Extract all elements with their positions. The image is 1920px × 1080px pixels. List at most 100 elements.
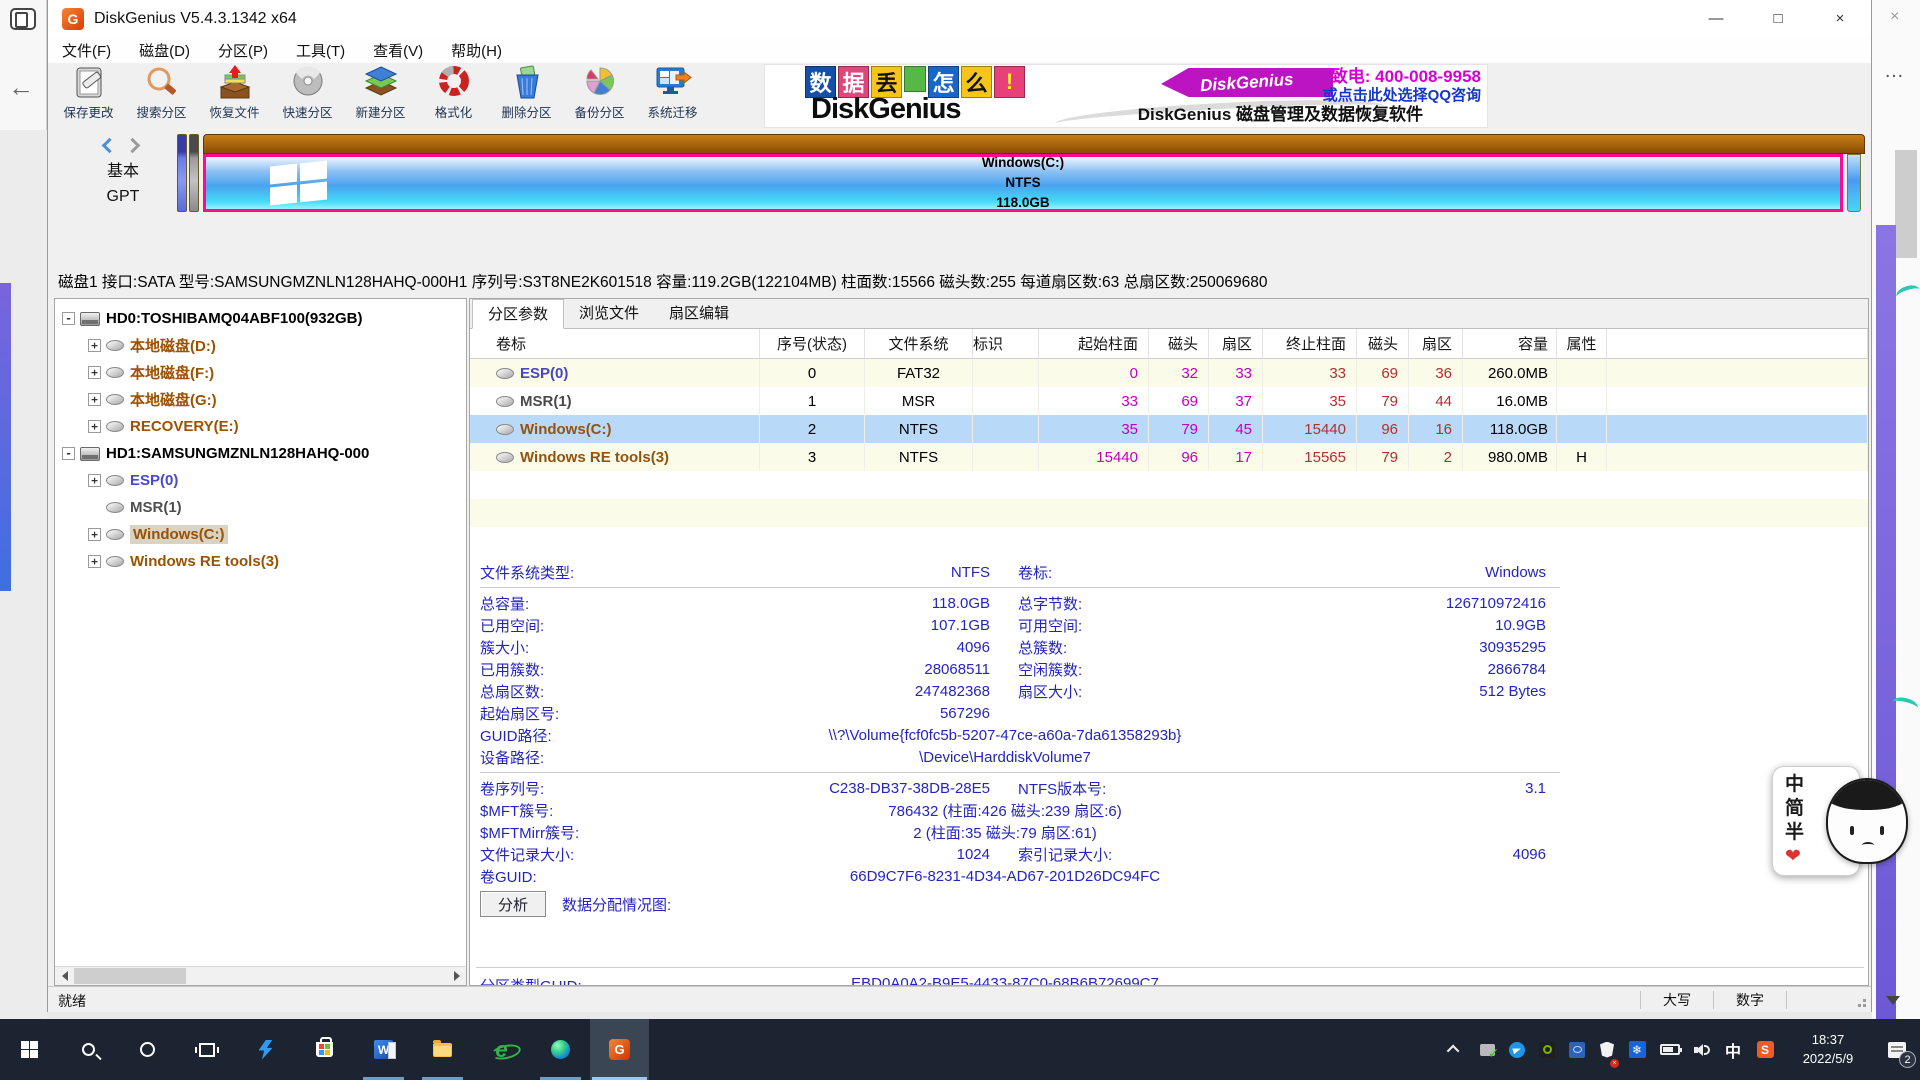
- tray-intel[interactable]: [1562, 1019, 1592, 1080]
- tree-item-msr[interactable]: MSR(1): [55, 494, 466, 521]
- tray-security[interactable]: ×: [1592, 1019, 1622, 1080]
- recovery-partition-sliver[interactable]: [1847, 154, 1861, 212]
- status-bar: 就绪 大写 数字: [48, 986, 1871, 1012]
- tray-expand-button[interactable]: [1436, 1019, 1472, 1080]
- esp-partition-sliver[interactable]: [177, 134, 187, 212]
- expand-icon[interactable]: +: [88, 555, 101, 568]
- banner-tile: [904, 66, 926, 92]
- minimize-button[interactable]: —: [1685, 0, 1747, 37]
- resize-grip[interactable]: [1851, 992, 1867, 1008]
- taskbar-search[interactable]: [59, 1019, 118, 1080]
- tree-item-disk-d[interactable]: +本地磁盘(D:): [55, 332, 466, 359]
- promo-banner[interactable]: 数 据 丢 怎 么 ! DiskGenius DiskGenius 致电: 40…: [764, 64, 1488, 128]
- backup-partition-button[interactable]: 备份分区: [563, 65, 636, 127]
- expand-icon[interactable]: +: [88, 366, 101, 379]
- tree-item-hd1[interactable]: -HD1:SAMSUNGMZNLN128HAHQ-000: [55, 440, 466, 467]
- scrollbar-thumb[interactable]: [74, 968, 186, 984]
- task-view-button[interactable]: [177, 1019, 236, 1080]
- horizontal-scrollbar[interactable]: [55, 966, 466, 985]
- delete-partition-button[interactable]: 删除分区: [490, 65, 563, 127]
- menu-help[interactable]: 帮助(H): [451, 40, 502, 61]
- table-row-msr[interactable]: MSR(1) 1MSR 33 6937 3579 4416.0MB: [470, 387, 1868, 415]
- expand-icon[interactable]: +: [88, 339, 101, 352]
- tree-item-hd0[interactable]: -HD0:TOSHIBAMQ04ABF100(932GB): [55, 305, 466, 332]
- save-changes-button[interactable]: 保存更改: [52, 65, 125, 127]
- menu-tools[interactable]: 工具(T): [296, 40, 345, 61]
- taskbar-app-word[interactable]: W: [354, 1019, 413, 1080]
- lightning-app-icon: [259, 1040, 273, 1060]
- prev-disk-icon[interactable]: [102, 138, 118, 154]
- system-migration-icon: [654, 65, 692, 101]
- taskbar-app-explorer[interactable]: [413, 1019, 472, 1080]
- collapse-icon[interactable]: -: [62, 447, 75, 460]
- menu-view[interactable]: 查看(V): [373, 40, 423, 61]
- disk-info-line: 磁盘1 接口:SATA 型号:SAMSUNGMZNLN128HAHQ-000H1…: [58, 270, 1267, 292]
- tree-item-disk-g[interactable]: +本地磁盘(G:): [55, 386, 466, 413]
- taskbar-app-ie[interactable]: e: [472, 1019, 531, 1080]
- taskbar-app-store[interactable]: [295, 1019, 354, 1080]
- mascot-hair: [1826, 778, 1908, 810]
- start-button[interactable]: [0, 1019, 59, 1080]
- background-scrollbar-thumb[interactable]: [1895, 150, 1917, 258]
- analyze-button[interactable]: 分析: [480, 891, 546, 917]
- quick-partition-button[interactable]: 快速分区: [271, 65, 344, 127]
- tree-item-recovery-e[interactable]: +RECOVERY(E:): [55, 413, 466, 440]
- expand-icon[interactable]: +: [88, 474, 101, 487]
- collapse-icon[interactable]: -: [62, 312, 75, 325]
- msr-partition-sliver[interactable]: [189, 134, 199, 212]
- action-center-button[interactable]: 2: [1874, 1019, 1920, 1080]
- cortana-button[interactable]: [118, 1019, 177, 1080]
- back-arrow-icon[interactable]: ←: [8, 72, 34, 103]
- microsoft-store-icon: [316, 1042, 333, 1057]
- background-close-icon[interactable]: ×: [1890, 8, 1899, 26]
- windows-c-partition-bar[interactable]: Windows(C:) NTFS 118.0GB: [203, 154, 1843, 212]
- tray-ime[interactable]: 中: [1718, 1019, 1748, 1080]
- tray-nvidia[interactable]: [1532, 1019, 1562, 1080]
- tray-volume[interactable]: [1688, 1019, 1718, 1080]
- table-row-windows-re[interactable]: Windows RE tools(3) 3NTFS 15440 9617 155…: [470, 443, 1868, 471]
- tree-item-disk-f[interactable]: +本地磁盘(F:): [55, 359, 466, 386]
- tray-sogou[interactable]: S: [1748, 1019, 1782, 1080]
- taskbar-app-lightning[interactable]: [236, 1019, 295, 1080]
- tray-power[interactable]: [1652, 1019, 1688, 1080]
- taskbar-app-diskgenius[interactable]: G: [590, 1019, 649, 1080]
- expand-icon[interactable]: +: [88, 393, 101, 406]
- menu-file[interactable]: 文件(F): [62, 40, 111, 61]
- tab-partition-params[interactable]: 分区参数: [472, 299, 564, 329]
- format-button[interactable]: 格式化: [417, 65, 490, 127]
- taskbar-app-edge[interactable]: [531, 1019, 590, 1080]
- close-button[interactable]: ×: [1809, 0, 1871, 37]
- maximize-button[interactable]: □: [1747, 0, 1809, 37]
- tab-sector-editor[interactable]: 扇区编辑: [654, 299, 744, 328]
- tree-item-windows-re[interactable]: +Windows RE tools(3): [55, 548, 466, 575]
- scroll-right-icon[interactable]: [447, 967, 466, 985]
- alert-badge-icon: ×: [1610, 1059, 1619, 1068]
- next-disk-icon[interactable]: [125, 138, 141, 154]
- new-partition-button[interactable]: 新建分区: [344, 65, 417, 127]
- table-row-windows-c[interactable]: Windows(C:) 2NTFS 35 7945 1544096 16118.…: [470, 415, 1868, 443]
- menu-partition[interactable]: 分区(P): [218, 40, 268, 61]
- recover-files-button[interactable]: 恢复文件: [198, 65, 271, 127]
- word-icon: W: [374, 1040, 393, 1059]
- partition-icon: [106, 367, 124, 378]
- ime-mascot-avatar[interactable]: [1826, 778, 1908, 864]
- tab-browse-files[interactable]: 浏览文件: [564, 299, 654, 328]
- ime-status-widget[interactable]: 中 简 半 ❤: [1772, 766, 1920, 878]
- expand-icon[interactable]: +: [88, 528, 101, 541]
- scroll-left-icon[interactable]: [55, 967, 74, 985]
- menu-disk[interactable]: 磁盘(D): [139, 40, 190, 61]
- tree-item-windows-c[interactable]: +Windows(C:): [55, 521, 466, 548]
- more-options-icon[interactable]: …: [1884, 60, 1904, 83]
- system-migration-button[interactable]: 系统迁移: [636, 65, 709, 127]
- chevron-up-icon: [1446, 1045, 1459, 1058]
- expand-icon[interactable]: +: [88, 420, 101, 433]
- table-row-esp[interactable]: ESP(0) 0FAT32 0 3233 3369 36260.0MB: [470, 359, 1868, 387]
- status-text: 就绪: [58, 991, 86, 1011]
- taskbar-clock[interactable]: 18:37 2022/5/9: [1782, 1031, 1874, 1067]
- tray-printer[interactable]: [1472, 1019, 1502, 1080]
- partition-detail-panel: 分区参数 浏览文件 扇区编辑 卷标序号(状态) 文件系统标识 起始柱面磁头 扇区…: [469, 298, 1869, 986]
- tray-bird-app[interactable]: [1502, 1019, 1532, 1080]
- search-partition-button[interactable]: 搜索分区: [125, 65, 198, 127]
- tray-snowflake-app[interactable]: ❄: [1622, 1019, 1652, 1080]
- tree-item-esp[interactable]: +ESP(0): [55, 467, 466, 494]
